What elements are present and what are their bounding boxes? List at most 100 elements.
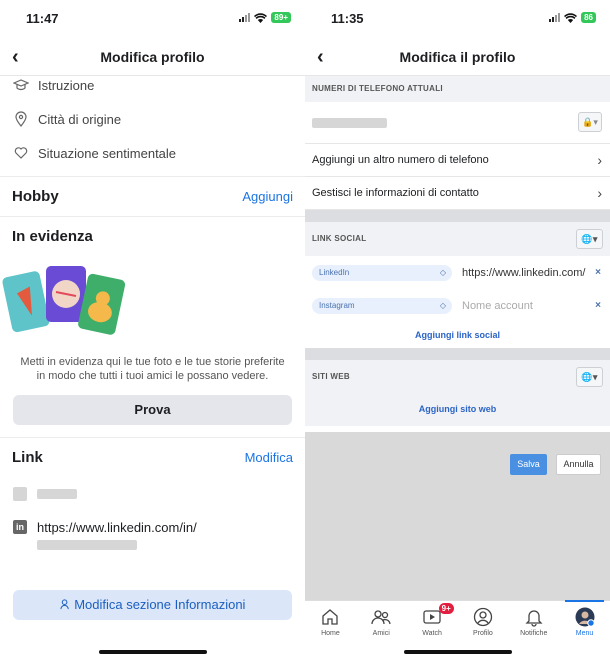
manage-contacts-row[interactable]: Gestisci le informazioni di contatto › <box>305 177 610 210</box>
nav-bar: ‹ Modifica il profilo <box>305 38 610 76</box>
bottom-tab-bar: Home Amici 9+ Watch Profilo Notifiche Me… <box>305 600 610 644</box>
tab-friends[interactable]: Amici <box>356 601 407 644</box>
left-screen: 11:47 89+ ‹ Modifica profilo Istruzione … <box>0 0 305 660</box>
home-icon <box>322 609 339 625</box>
redacted-text <box>37 489 77 499</box>
status-time: 11:47 <box>26 11 59 26</box>
select-arrow-icon: ◇ <box>439 267 446 277</box>
link-title: Link <box>12 449 43 466</box>
location-pin-icon <box>15 111 27 127</box>
profile-icon <box>473 607 493 627</box>
try-button[interactable]: Prova <box>13 395 292 425</box>
link-section-header: Link Modifica <box>0 437 305 477</box>
network-select[interactable]: LinkedIn ◇ <box>312 264 452 281</box>
info-row-relationship[interactable]: Situazione sentimentale <box>0 136 305 170</box>
linkedin-url: https://www.linkedin.com/in/ <box>37 519 197 535</box>
network-select[interactable]: Instagram ◇ <box>312 297 452 314</box>
nav-bar: ‹ Modifica profilo <box>0 38 305 76</box>
home-indicator <box>98 650 207 654</box>
add-social-link-button[interactable]: Aggiungi link social <box>305 322 610 348</box>
tab-watch[interactable]: 9+ Watch <box>407 601 458 644</box>
signal-icon <box>549 13 561 22</box>
notification-badge: 9+ <box>438 603 454 614</box>
wifi-icon <box>254 12 268 23</box>
avatar-icon <box>575 607 595 627</box>
link-row-hidden <box>0 477 305 511</box>
linkedin-icon: in <box>13 520 27 534</box>
social-header-label: LINK SOCIAL <box>312 234 367 243</box>
manage-contacts-label: Gestisci le informazioni di contatto <box>312 187 479 199</box>
social-account-input[interactable]: Nome account <box>462 300 592 312</box>
network-select-value: Instagram <box>319 300 355 310</box>
section-divider <box>305 348 610 360</box>
tab-profile[interactable]: Profilo <box>457 601 508 644</box>
chevron-right-icon: › <box>597 185 602 201</box>
add-website-button[interactable]: Aggiungi sito web <box>305 394 610 426</box>
status-icons: 86 <box>549 12 596 23</box>
remove-link-icon[interactable]: × <box>595 267 601 278</box>
chevron-right-icon: › <box>597 152 602 168</box>
phone-number-row: 🔒▾ <box>305 102 610 144</box>
link-icon <box>13 487 27 501</box>
link-row-linkedin[interactable]: in https://www.linkedin.com/in/ <box>0 517 305 537</box>
tab-label: Profilo <box>472 630 493 637</box>
battery-icon: 86 <box>581 12 596 23</box>
home-indicator <box>403 650 512 654</box>
select-arrow-icon: ◇ <box>439 300 446 310</box>
graduation-cap-icon <box>13 79 29 91</box>
phones-section-header: NUMERI DI TELEFONO ATTUALI <box>305 76 610 102</box>
social-privacy-button[interactable]: 🌐▾ <box>576 229 603 249</box>
redacted-phone-number <box>312 117 387 128</box>
privacy-lock-button[interactable]: 🔒▾ <box>578 112 602 132</box>
tab-home[interactable]: Home <box>305 601 356 644</box>
redacted-text <box>37 540 137 550</box>
page-title: Modifica il profilo <box>399 49 516 65</box>
network-select-value: LinkedIn <box>319 267 350 277</box>
signal-icon <box>239 13 251 22</box>
save-button[interactable]: Salva <box>510 454 547 475</box>
remove-link-icon[interactable]: × <box>595 300 601 311</box>
websites-section-header: SITI WEB 🌐▾ <box>305 360 610 394</box>
status-bar: 11:35 86 <box>305 0 610 38</box>
hobby-section-header: Hobby Aggiungi <box>0 176 305 216</box>
tab-label: Notifiche <box>520 630 548 637</box>
status-bar: 11:47 89+ <box>0 0 305 38</box>
featured-section-header: In evidenza <box>0 216 305 256</box>
info-row-label: Situazione sentimentale <box>38 145 177 161</box>
edit-info-section-button[interactable]: Modifica sezione Informazioni <box>13 590 292 620</box>
add-phone-label: Aggiungi un altro numero di telefono <box>312 154 489 166</box>
person-edit-icon <box>59 599 69 610</box>
tab-label: Menu <box>575 630 594 637</box>
social-link-row: LinkedIn ◇ https://www.linkedin.com/ × <box>305 256 610 289</box>
right-screen: 11:35 86 ‹ Modifica il profilo NUMERI DI… <box>305 0 610 660</box>
social-section-header: LINK SOCIAL 🌐▾ <box>305 222 610 256</box>
wifi-icon <box>564 12 578 23</box>
social-link-row: Instagram ◇ Nome account × <box>305 289 610 322</box>
featured-title: In evidenza <box>12 228 93 245</box>
section-divider <box>305 210 610 222</box>
featured-illustration <box>2 266 126 335</box>
info-row-hometown[interactable]: Città di origine <box>0 102 305 136</box>
friends-icon <box>371 610 391 625</box>
info-row-label: Istruzione <box>38 77 95 93</box>
bell-icon <box>525 610 543 627</box>
websites-privacy-button[interactable]: 🌐▾ <box>576 367 603 387</box>
info-row-label: Città di origine <box>38 111 122 127</box>
page-title: Modifica profilo <box>100 49 205 65</box>
tab-label: Amici <box>372 630 390 637</box>
tab-label: Watch <box>422 630 442 637</box>
featured-description: Metti in evidenza qui le tue foto e le t… <box>20 356 285 382</box>
hobby-add-link[interactable]: Aggiungi <box>242 189 293 204</box>
link-edit-link[interactable]: Modifica <box>245 450 293 465</box>
tab-label: Home <box>321 630 340 637</box>
social-url-input[interactable]: https://www.linkedin.com/ <box>462 267 592 279</box>
tab-notifications[interactable]: Notifiche <box>508 601 559 644</box>
add-phone-row[interactable]: Aggiungi un altro numero di telefono › <box>305 144 610 177</box>
websites-header-label: SITI WEB <box>312 372 350 381</box>
phones-header-label: NUMERI DI TELEFONO ATTUALI <box>312 84 443 93</box>
hobby-title: Hobby <box>12 188 59 205</box>
edit-info-label: Modifica sezione Informazioni <box>74 597 246 612</box>
tab-menu[interactable]: Menu <box>559 600 610 644</box>
form-footer: Salva Annulla <box>305 432 610 602</box>
cancel-button[interactable]: Annulla <box>556 454 601 475</box>
